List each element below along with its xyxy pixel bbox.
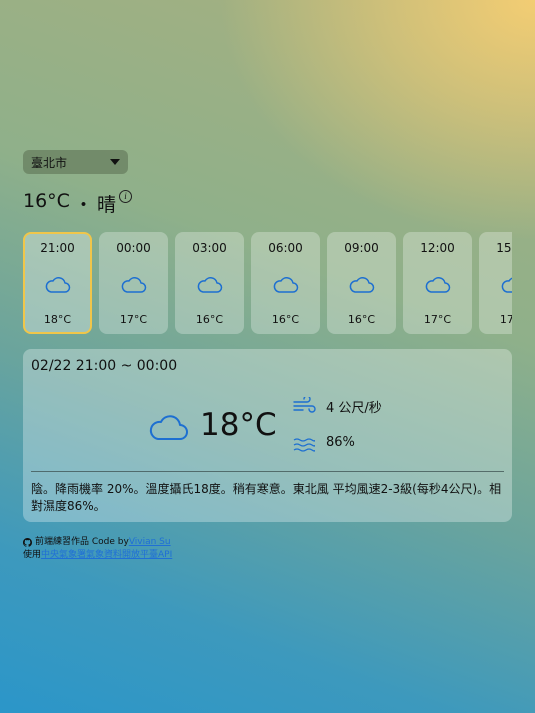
github-icon: [23, 538, 32, 547]
hour-card-temp: 17°C: [119, 313, 148, 326]
cloud-icon: [121, 277, 146, 293]
caret-down-icon: [110, 159, 120, 165]
hour-card-time: 12:00: [420, 241, 455, 255]
hour-card[interactable]: 15:00 17°C: [479, 232, 512, 334]
city-select[interactable]: 臺北市: [23, 150, 128, 174]
forecast-detail-panel: 02/22 21:00 ~ 00:00 18°C 4 公尺/秒 86% 陰。降雨…: [23, 349, 512, 522]
hour-card[interactable]: 03:00 16°C: [175, 232, 244, 334]
hourly-forecast-strip[interactable]: 21:00 18°C 00:00 17°C 03:00 16°C 06:00 16°C 09:0…: [23, 230, 512, 336]
cloud-icon: [45, 277, 70, 293]
cloud-icon: [501, 277, 512, 293]
cloud-icon: [349, 277, 374, 293]
hour-card-temp: 16°C: [195, 313, 224, 326]
hour-card-time: 15:00: [496, 241, 512, 255]
hour-card[interactable]: 21:00 18°C: [23, 232, 92, 334]
hour-card[interactable]: 00:00 17°C: [99, 232, 168, 334]
hour-card-temp: 17°C: [499, 313, 512, 326]
hour-card-temp: 16°C: [347, 313, 376, 326]
current-temp: 16°C: [23, 190, 70, 212]
hour-card[interactable]: 12:00 17°C: [403, 232, 472, 334]
hour-card-time: 09:00: [344, 241, 379, 255]
detail-divider: [31, 471, 504, 472]
hour-card-time: 03:00: [192, 241, 227, 255]
hour-card[interactable]: 06:00 16°C: [251, 232, 320, 334]
footer-credit-text: 前端練習作品 Code by: [35, 537, 129, 547]
footer: 前端練習作品 Code by Vivian Su 使用 中央氣象署氣象資料開放平…: [23, 536, 172, 562]
current-condition: 晴: [96, 194, 116, 216]
author-link[interactable]: Vivian Su: [129, 536, 171, 549]
current-weather: 16°C ・ 晴 i: [23, 190, 132, 217]
footer-api-text: 使用: [23, 550, 42, 560]
cloud-icon: [273, 277, 298, 293]
wind-icon: [293, 397, 316, 413]
cloud-icon: [197, 277, 222, 293]
detail-wind-speed: 4 公尺/秒: [326, 401, 382, 416]
cloud-icon: [425, 277, 450, 293]
info-icon[interactable]: i: [118, 190, 132, 203]
hour-card-temp: 18°C: [43, 313, 72, 326]
hour-card-temp: 16°C: [271, 313, 300, 326]
humidity-icon: [293, 438, 315, 452]
current-separator: ・: [73, 194, 93, 216]
hour-card[interactable]: 09:00 16°C: [327, 232, 396, 334]
hour-card-time: 06:00: [268, 241, 303, 255]
detail-time-range: 02/22 21:00 ~ 00:00: [31, 358, 178, 374]
footer-credit: 前端練習作品 Code by Vivian Su: [23, 536, 172, 549]
hour-card-time: 00:00: [116, 241, 151, 255]
hour-card-time: 21:00: [40, 241, 75, 255]
hour-card-temp: 17°C: [423, 313, 452, 326]
footer-api: 使用 中央氣象署氣象資料開放平臺API: [23, 549, 172, 562]
detail-humidity: 86%: [326, 435, 355, 450]
detail-temp: 18°C: [200, 407, 277, 443]
api-link[interactable]: 中央氣象署氣象資料開放平臺API: [41, 549, 172, 562]
city-select-value: 臺北市: [31, 155, 68, 170]
detail-description: 陰。降雨機率 20%。溫度攝氏18度。稍有寒意。東北風 平均風速2-3級(每秒4…: [31, 482, 502, 513]
cloud-icon: [149, 415, 188, 440]
